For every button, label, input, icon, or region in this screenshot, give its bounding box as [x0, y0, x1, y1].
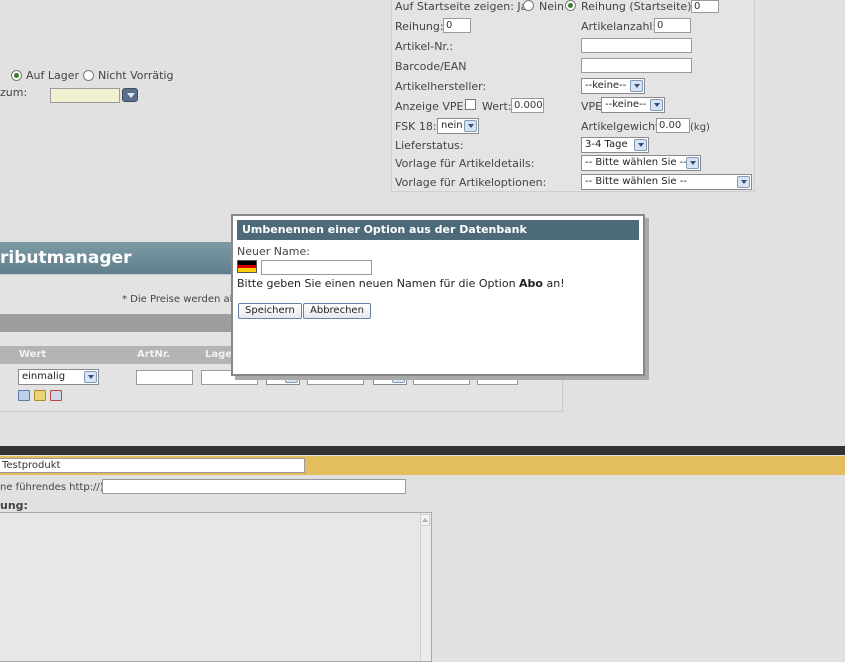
vpe-select-value: --keine-- [605, 99, 647, 110]
delivery-select[interactable]: 3-4 Tage [581, 137, 649, 153]
delivery-select-value: 3-4 Tage [585, 139, 628, 150]
startpage-label: Auf Startseite zeigen: Ja [395, 0, 528, 13]
template-options-label: Vorlage für Artikeloptionen: [395, 176, 547, 189]
save-button[interactable]: Speichern [238, 303, 302, 319]
template-details-label: Vorlage für Artikeldetails: [395, 157, 535, 170]
order-label: Reihung: [395, 20, 444, 33]
new-name-label: Neuer Name: [237, 245, 310, 258]
scroll-up-icon[interactable] [420, 514, 430, 526]
vpe-select[interactable]: --keine-- [601, 97, 665, 113]
textarea-scrollbar[interactable] [420, 513, 431, 661]
article-count-label: Artikelanzahl: [581, 20, 657, 33]
template-options-select[interactable]: -- Bitte wählen Sie -- [581, 174, 752, 190]
chevron-down-icon [464, 120, 477, 132]
not-in-stock-label: Nicht Vorrätig [98, 69, 174, 82]
german-flag-icon [237, 260, 257, 273]
description-label: ung: [0, 499, 28, 512]
price-note: * Die Preise werden als [122, 294, 238, 305]
show-vpe-label: Anzeige VPE: [395, 100, 468, 113]
flag-stripe [238, 268, 256, 272]
attribute-value-select-value: einmalig [22, 371, 66, 382]
value-label: Wert: [482, 100, 512, 113]
dialog-hint-suffix: an! [546, 277, 565, 290]
date-input[interactable] [50, 88, 120, 103]
dialog-hint-prefix: Bitte geben Sie einen neuen Namen für di… [237, 277, 516, 290]
section-divider [0, 446, 845, 455]
weight-unit: (kg) [690, 122, 710, 133]
fsk-select-value: nein [441, 120, 463, 131]
vpe-label: VPE [581, 100, 603, 113]
new-name-input[interactable] [261, 260, 372, 275]
in-stock-radio[interactable] [11, 70, 22, 81]
chevron-down-icon [630, 80, 643, 92]
dialog-hint-option-name: Abo [519, 277, 543, 290]
article-count-input[interactable]: 0 [654, 18, 691, 33]
fsk-select[interactable]: nein [437, 118, 479, 134]
description-textarea[interactable] [0, 512, 432, 662]
order-startpage-input[interactable]: 0 [691, 0, 719, 13]
delete-option-icon[interactable] [50, 390, 62, 401]
value-input[interactable]: 0.0000 [511, 98, 544, 113]
product-name-input[interactable]: Testprodukt [0, 458, 305, 473]
in-stock-label: Auf Lager [26, 69, 80, 82]
template-options-select-value: -- Bitte wählen Sie -- [585, 176, 687, 187]
startpage-no-radio[interactable] [565, 0, 576, 11]
weight-label: Artikelgewicht: [581, 120, 664, 133]
col-header-artnr: ArtNr. [137, 349, 171, 360]
attribute-artnr-input[interactable] [136, 370, 193, 385]
add-option-icon[interactable] [18, 390, 30, 401]
article-nr-input[interactable] [581, 38, 692, 53]
chevron-down-icon [634, 139, 647, 151]
rename-option-dialog: Umbenennen einer Option aus der Datenban… [231, 214, 645, 376]
chevron-down-icon [650, 99, 663, 111]
article-nr-label: Artikel-Nr.: [395, 40, 454, 53]
url-input[interactable] [102, 479, 406, 494]
calendar-dropdown-icon[interactable] [122, 88, 138, 102]
weight-input[interactable]: 0.00 [656, 118, 690, 133]
barcode-label: Barcode/EAN [395, 60, 467, 73]
col-header-value: Wert [19, 349, 47, 360]
show-vpe-checkbox[interactable] [465, 99, 476, 110]
dialog-title: Umbenennen einer Option aus der Datenban… [237, 220, 639, 240]
dialog-hint: Bitte geben Sie einen neuen Namen für di… [237, 277, 565, 290]
chevron-down-icon [686, 157, 699, 169]
delivery-label: Lieferstatus: [395, 139, 464, 152]
url-label: ne führendes http://) [0, 482, 104, 493]
attribute-value-select[interactable]: einmalig [18, 369, 99, 385]
manufacturer-select-value: --keine-- [585, 80, 627, 91]
template-details-select[interactable]: -- Bitte wählen Sie -- [581, 155, 701, 171]
edit-option-icon[interactable] [34, 390, 46, 401]
order-input[interactable]: 0 [443, 18, 471, 33]
attribute-manager-title: ributmanager [0, 242, 250, 274]
date-label: zum: [0, 86, 28, 99]
startpage-yes-radio[interactable] [523, 0, 534, 11]
chevron-down-icon [84, 371, 97, 383]
order-startpage-label: Reihung (Startseite): [581, 0, 696, 13]
cancel-button[interactable]: Abbrechen [303, 303, 371, 319]
template-details-select-value: -- Bitte wählen Sie -- [585, 157, 687, 168]
manufacturer-select[interactable]: --keine-- [581, 78, 645, 94]
not-in-stock-radio[interactable] [83, 70, 94, 81]
col-header-stock: Lage [205, 349, 233, 360]
startpage-no-label: Nein [539, 0, 565, 13]
barcode-input[interactable] [581, 58, 692, 73]
manufacturer-label: Artikelhersteller: [395, 80, 487, 93]
fsk-label: FSK 18: [395, 120, 437, 133]
chevron-down-icon [737, 176, 750, 188]
